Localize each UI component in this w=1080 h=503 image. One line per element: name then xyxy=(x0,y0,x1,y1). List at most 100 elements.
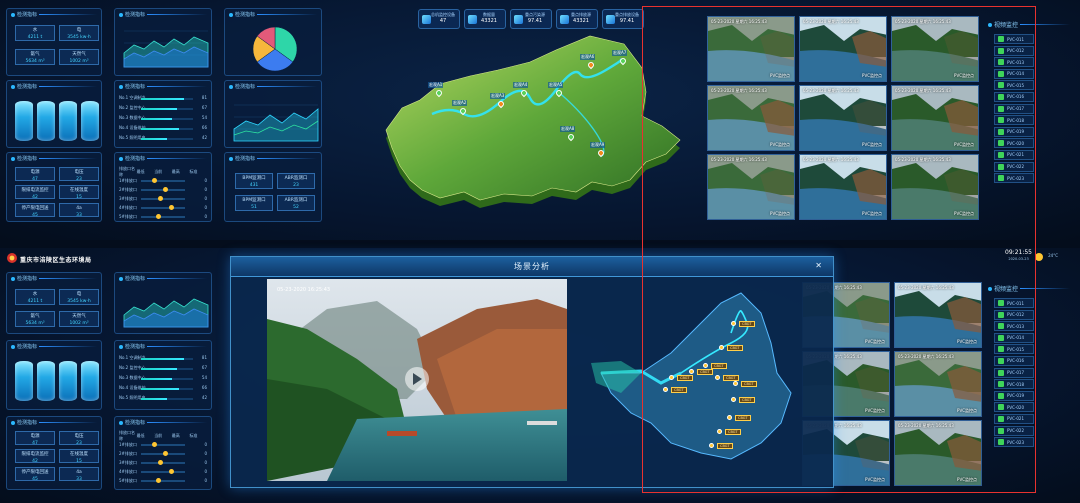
progress-fill xyxy=(141,128,180,130)
camera-thumbnail[interactable]: 05-23-2020 星期六 16:25:43 PVC监控点 xyxy=(799,16,887,82)
video-channel-item[interactable]: PVC-023 xyxy=(994,437,1034,448)
video-channel-item[interactable]: PVC-011 xyxy=(994,34,1034,44)
camera-thumbnail[interactable]: 05-23-2020 星期六 16:25:43 PVC监控点 xyxy=(799,154,887,220)
map-pin-icon[interactable] xyxy=(731,397,736,402)
video-channel-item[interactable]: PVC-021 xyxy=(994,149,1034,160)
video-channel-item[interactable]: PVC-011 xyxy=(994,298,1034,308)
metric-card: 限排电流监控 42 xyxy=(15,185,55,200)
close-icon[interactable]: ✕ xyxy=(815,261,823,270)
panel-tank-levels: 检测指标 xyxy=(6,340,102,410)
camera-thumbnail[interactable]: 05-23-2020 星期六 16:25:43 PVC监控点 xyxy=(894,420,982,486)
stat-card[interactable]: 重点排放设备 97.41 xyxy=(602,9,644,29)
panel-monitor-ports: 检测指标 BPM监测口 431 ABR监测口 23 BPM监测口 51 ABR监测口 5… xyxy=(224,152,322,222)
camera-icon xyxy=(988,286,992,291)
map-tag: CBGT xyxy=(741,381,757,387)
progress-fill xyxy=(141,98,184,100)
map-pin-icon[interactable] xyxy=(689,369,694,374)
table-row: 1#排放口 0 xyxy=(119,177,207,183)
chimney-icon xyxy=(560,15,569,24)
terrain-map[interactable] xyxy=(380,30,700,220)
map-pin-icon[interactable] xyxy=(717,429,722,434)
video-channel-item[interactable]: PVC-014 xyxy=(994,68,1034,79)
progress-fill xyxy=(141,368,178,370)
metric-card: 电 3545 kw·h xyxy=(59,25,99,41)
video-channel-item[interactable]: PVC-017 xyxy=(994,103,1034,114)
video-channel-item[interactable]: PVC-012 xyxy=(994,45,1034,56)
stat-card[interactable]: 总机监控设备 47 xyxy=(418,9,460,29)
video-channel-item[interactable]: PVC-015 xyxy=(994,344,1034,355)
video-channel-item[interactable]: PVC-019 xyxy=(994,390,1034,401)
video-channel-item[interactable]: PVC-016 xyxy=(994,91,1034,102)
district-map[interactable] xyxy=(581,283,831,483)
video-channel-item[interactable]: PVC-012 xyxy=(994,309,1034,320)
camera-label: PVC监控点 xyxy=(957,477,977,482)
map-label: 宏观A4 xyxy=(513,82,529,88)
camera-status-icon xyxy=(998,93,1004,100)
tank-cylinder xyxy=(81,361,99,401)
camera-status-icon xyxy=(998,117,1004,124)
panel-bullet-icon xyxy=(119,84,123,89)
map-pin-icon[interactable] xyxy=(703,363,708,368)
camera-thumbnail[interactable]: 05-23-2020 星期六 16:25:43 PVC监控点 xyxy=(891,85,979,151)
progress-row: No.3 数据中心 54 xyxy=(119,115,207,120)
panel-bullet-icon xyxy=(11,156,15,161)
table-row: 5#排放口 0 xyxy=(119,213,207,219)
map-label: 宏观A6 xyxy=(580,54,596,60)
map-pin-icon[interactable] xyxy=(733,381,738,386)
video-player[interactable]: 05-23-2020 16:25:43 xyxy=(267,279,567,481)
camera-thumbnail[interactable]: 05-23-2020 星期六 16:25:43 PVC监控点 xyxy=(707,85,795,151)
table-header: 排放口名称 最低 当前 最高 标准 xyxy=(119,165,198,177)
camera-thumbnail[interactable]: 05-23-2020 星期六 16:25:43 PVC监控点 xyxy=(707,16,795,82)
map-pin-icon[interactable] xyxy=(709,443,714,448)
video-channel-item[interactable]: PVC-018 xyxy=(994,379,1034,390)
video-channel-item[interactable]: PVC-022 xyxy=(994,161,1034,172)
video-channel-item[interactable]: PVC-020 xyxy=(994,138,1034,149)
map-label: 宏观A3 xyxy=(490,93,506,99)
map-pin-icon[interactable] xyxy=(669,375,674,380)
video-channel-item[interactable]: PVC-018 xyxy=(994,115,1034,126)
map-pin-icon[interactable] xyxy=(663,387,668,392)
video-channel-item[interactable]: PVC-015 xyxy=(994,80,1034,91)
map-pin-icon[interactable] xyxy=(727,415,732,420)
map-tag: CBGT xyxy=(697,369,713,375)
video-channel-item[interactable]: PVC-013 xyxy=(994,321,1034,332)
progress-row: No.5 照明用电 42 xyxy=(119,395,207,400)
map-label: 宏观A5 xyxy=(548,82,564,88)
metric-card: 电压 23 xyxy=(59,431,99,446)
stat-card[interactable]: 重点排放源 43321 xyxy=(556,9,598,29)
video-channel-item[interactable]: PVC-014 xyxy=(994,332,1034,343)
panel-title: 检测指标 xyxy=(235,156,256,162)
stat-card[interactable]: 数据量 43321 xyxy=(464,9,506,29)
video-channel-item[interactable]: PVC-019 xyxy=(994,126,1034,137)
metric-card: BPM监测口 51 xyxy=(235,195,273,211)
map-tag: CBGT xyxy=(671,387,687,393)
map-pin-icon[interactable] xyxy=(715,375,720,380)
video-channel-item[interactable]: PVC-017 xyxy=(994,367,1034,378)
camera-thumbnail[interactable]: 05-23-2020 星期六 16:25:43 PVC监控点 xyxy=(891,154,979,220)
map-pin-icon[interactable] xyxy=(731,321,736,326)
video-monitor-header: 视频监控 xyxy=(984,18,1074,31)
camera-thumbnail[interactable]: 05-23-2020 星期六 16:25:43 PVC监控点 xyxy=(799,85,887,151)
table-row: 1#排放口 0 xyxy=(119,441,207,447)
camera-timestamp: 05-23-2020 星期六 16:25:43 xyxy=(898,354,954,359)
outlet-table: 排放口名称 最低 当前 最高 标准 1#排放口 0 2#排放口 0 3#排放口 0 4#排放口… xyxy=(119,430,207,485)
camera-thumbnail[interactable]: 05-23-2020 星期六 16:25:43 PVC监控点 xyxy=(894,351,982,417)
metric-card: 氨气 5634 m³ xyxy=(15,311,55,327)
map-pin-icon[interactable] xyxy=(719,345,724,350)
panel-bullet-icon xyxy=(119,420,123,425)
play-button[interactable] xyxy=(405,367,429,391)
camera-thumbnail[interactable]: 05-23-2020 星期六 16:25:43 PVC监控点 xyxy=(894,282,982,348)
video-channel-item[interactable]: PVC-013 xyxy=(994,57,1034,68)
video-channel-item[interactable]: PVC-023 xyxy=(994,173,1034,184)
stat-card[interactable]: 重点污染源 97.41 xyxy=(510,9,552,29)
camera-thumbnail[interactable]: 05-23-2020 星期六 16:25:43 PVC监控点 xyxy=(891,16,979,82)
camera-label: PVC监控点 xyxy=(865,477,885,482)
video-channel-item[interactable]: PVC-022 xyxy=(994,425,1034,436)
video-channel-item[interactable]: PVC-021 xyxy=(994,413,1034,424)
camera-thumbnail[interactable]: 05-23-2020 星期六 16:25:43 PVC监控点 xyxy=(707,154,795,220)
video-channel-item[interactable]: PVC-016 xyxy=(994,355,1034,366)
video-channel-item[interactable]: PVC-020 xyxy=(994,402,1034,413)
progress-fill xyxy=(141,358,184,360)
panel-title: 检测指标 xyxy=(125,420,146,426)
table-row: 2#排放口 0 xyxy=(119,450,207,456)
